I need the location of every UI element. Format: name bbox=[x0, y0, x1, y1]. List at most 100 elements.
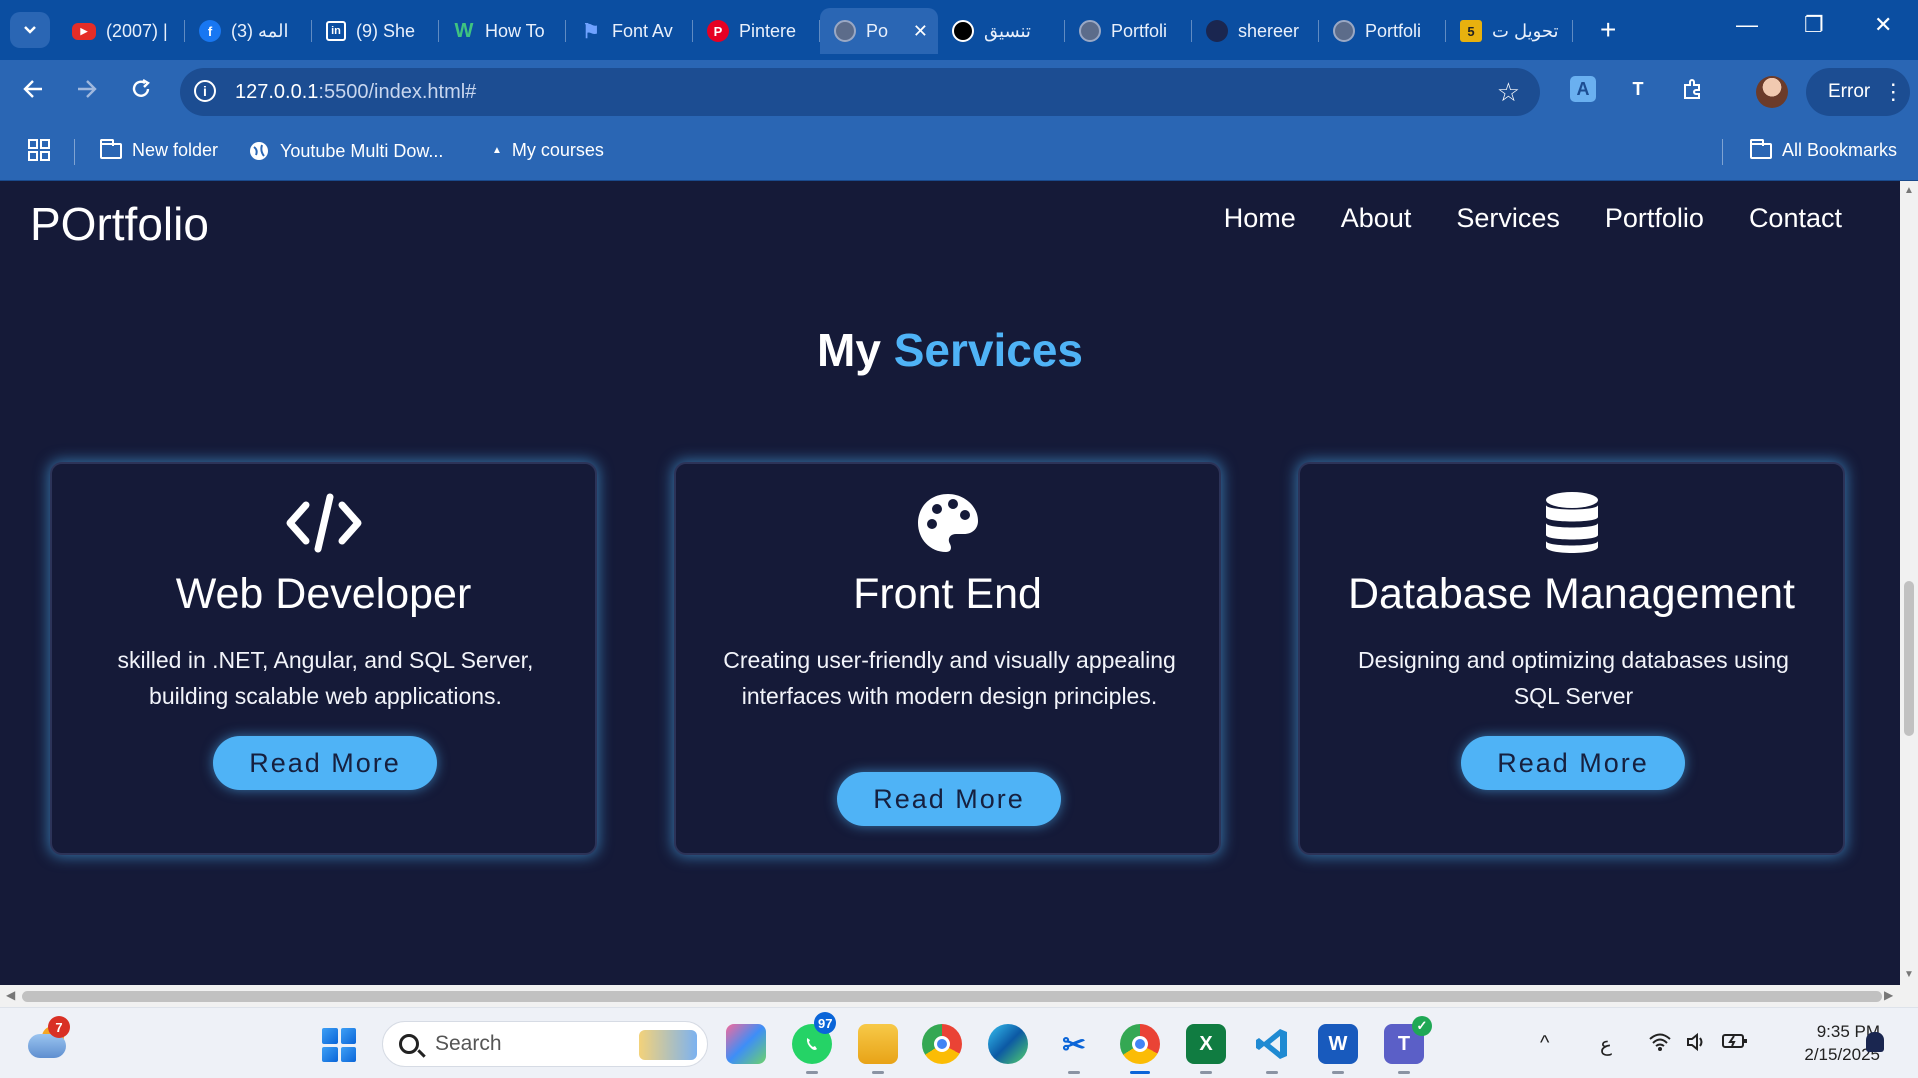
nav-home[interactable]: Home bbox=[1224, 203, 1296, 234]
tab-portfolio-active[interactable]: Po ✕ bbox=[820, 8, 938, 54]
tab-facebook[interactable]: f (3) المه bbox=[185, 8, 312, 54]
close-window-button[interactable]: ✕ bbox=[1874, 12, 1892, 38]
arrow-right-icon bbox=[78, 80, 97, 98]
bookmark-my-courses[interactable]: ▲ My courses bbox=[492, 140, 604, 161]
read-more-button[interactable]: Read More bbox=[1461, 736, 1685, 790]
read-more-button[interactable]: Read More bbox=[213, 736, 437, 790]
vertical-scrollbar[interactable]: ▲ ▼ bbox=[1900, 181, 1918, 985]
notification-badge: 7 bbox=[48, 1016, 70, 1038]
nav-contact[interactable]: Contact bbox=[1749, 203, 1842, 234]
input-language-indicator[interactable]: ع bbox=[1600, 1032, 1612, 1057]
close-tab-icon[interactable]: ✕ bbox=[913, 21, 928, 42]
facebook-icon: f bbox=[199, 20, 221, 42]
reload-icon bbox=[132, 78, 150, 97]
address-bar[interactable]: i 127.0.0.1:5500/index.html# ☆ bbox=[180, 68, 1540, 116]
chrome-profile-icon[interactable] bbox=[1120, 1024, 1160, 1074]
tab-convert[interactable]: 5 تحويل ت bbox=[1446, 8, 1573, 54]
triangle-icon: ▲ bbox=[492, 145, 502, 156]
excel-icon[interactable]: X bbox=[1186, 1024, 1226, 1074]
globe-icon bbox=[1079, 20, 1101, 42]
word-icon[interactable]: W bbox=[1318, 1024, 1358, 1074]
tab-font-awesome[interactable]: ⚑ Font Av bbox=[566, 8, 693, 54]
nav-services[interactable]: Services bbox=[1456, 203, 1560, 234]
github-icon bbox=[1206, 20, 1228, 42]
tab-search-button[interactable] bbox=[10, 12, 50, 48]
nav-portfolio[interactable]: Portfolio bbox=[1605, 203, 1704, 234]
reload-button[interactable] bbox=[130, 78, 152, 107]
system-clock[interactable]: 9:35 PM 2/15/2025 bbox=[1760, 1020, 1880, 1066]
scroll-up-icon[interactable]: ▲ bbox=[1904, 185, 1914, 196]
volume-icon[interactable] bbox=[1686, 1032, 1708, 1058]
battery-icon[interactable] bbox=[1722, 1032, 1748, 1056]
taskbar: 7 Search 97 ✂ X W T ✓ ^ ع 9:35 PM 2/15/2… bbox=[0, 1007, 1918, 1078]
tab-label: تنسيق bbox=[984, 20, 1031, 41]
scrollbar-thumb[interactable] bbox=[22, 991, 1882, 1002]
chrome-icon[interactable] bbox=[922, 1024, 962, 1064]
openai-icon bbox=[952, 20, 974, 42]
extension-translate-icon[interactable]: A bbox=[1570, 76, 1596, 102]
error-button[interactable]: Error ⋮ bbox=[1806, 68, 1910, 116]
minimize-button[interactable]: — bbox=[1736, 12, 1758, 38]
nav-about[interactable]: About bbox=[1341, 203, 1412, 234]
tab-label: shereer bbox=[1238, 20, 1300, 41]
globe-icon bbox=[250, 142, 268, 160]
tab-chatgpt[interactable]: تنسيق bbox=[938, 8, 1065, 54]
database-icon bbox=[1300, 490, 1843, 556]
tab-portfolio-3[interactable]: Portfoli bbox=[1319, 8, 1446, 54]
notification-bell-icon[interactable] bbox=[1866, 1032, 1884, 1052]
section-title-plain: My bbox=[817, 324, 894, 376]
tab-how-to[interactable]: W How To bbox=[439, 8, 566, 54]
tab-label: Font Av bbox=[612, 20, 673, 41]
new-tab-button[interactable]: + bbox=[1600, 14, 1616, 46]
running-indicator bbox=[806, 1071, 818, 1074]
whatsapp-icon[interactable]: 97 bbox=[792, 1012, 837, 1074]
profile-avatar[interactable] bbox=[1756, 76, 1788, 108]
vscode-icon[interactable] bbox=[1252, 1024, 1292, 1074]
tab-pinterest[interactable]: P Pintere bbox=[693, 8, 820, 54]
excel-letter: X bbox=[1199, 1032, 1213, 1055]
scroll-down-icon[interactable]: ▼ bbox=[1904, 969, 1914, 980]
windows-start-icon[interactable] bbox=[322, 1028, 356, 1062]
code-icon bbox=[52, 490, 595, 556]
tab-github[interactable]: shereer bbox=[1192, 8, 1319, 54]
extensions-puzzle-icon[interactable] bbox=[1680, 76, 1706, 102]
bookmark-youtube-downloader[interactable]: Youtube Multi Dow... bbox=[248, 140, 443, 162]
bookmark-new-folder[interactable]: New folder bbox=[100, 138, 218, 161]
back-button[interactable] bbox=[22, 78, 44, 107]
snipping-tool-icon[interactable]: ✂ bbox=[1054, 1024, 1094, 1074]
read-more-button[interactable]: Read More bbox=[837, 772, 1061, 826]
horizontal-scrollbar[interactable]: ◀ ▶ bbox=[0, 985, 1918, 1007]
bookmarks-bar: New folder Youtube Multi Dow... ▲ My cou… bbox=[0, 125, 1918, 181]
apps-grid-icon[interactable] bbox=[28, 139, 50, 161]
folder-icon bbox=[1750, 138, 1772, 159]
card-description: skilled in .NET, Angular, and SQL Server… bbox=[117, 647, 534, 709]
bookmark-star-icon[interactable]: ☆ bbox=[1497, 77, 1520, 108]
extension-text-icon[interactable]: T bbox=[1625, 76, 1651, 102]
taskbar-search[interactable]: Search bbox=[382, 1021, 708, 1067]
tab-label: Pintere bbox=[739, 20, 797, 41]
all-bookmarks[interactable]: All Bookmarks bbox=[1750, 138, 1897, 161]
site-logo[interactable]: POrtfolio bbox=[30, 197, 209, 251]
scroll-right-icon[interactable]: ▶ bbox=[1884, 988, 1893, 1002]
weather-widget-icon[interactable]: 7 bbox=[28, 1016, 70, 1058]
site-header: POrtfolio Home About Services Portfolio … bbox=[0, 181, 1900, 266]
show-hidden-icons-chevron-icon[interactable]: ^ bbox=[1540, 1032, 1549, 1055]
tab-linkedin[interactable]: in (9) She bbox=[312, 8, 439, 54]
service-card-database-management: Database Management Designing and optimi… bbox=[1298, 462, 1845, 855]
tab-portfolio-2[interactable]: Portfoli bbox=[1065, 8, 1192, 54]
tab-label: (9) She bbox=[356, 20, 416, 41]
edge-icon[interactable] bbox=[988, 1024, 1028, 1064]
scroll-left-icon[interactable]: ◀ bbox=[6, 988, 15, 1002]
copilot-icon[interactable] bbox=[726, 1024, 766, 1064]
clock-date: 2/15/2025 bbox=[1804, 1045, 1880, 1064]
wifi-icon[interactable] bbox=[1648, 1032, 1672, 1058]
page-viewport: POrtfolio Home About Services Portfolio … bbox=[0, 181, 1918, 985]
card-description: Designing and optimizing databases using… bbox=[1358, 647, 1789, 709]
teams-icon[interactable]: T ✓ bbox=[1384, 1016, 1432, 1074]
site-info-icon[interactable]: i bbox=[194, 80, 216, 102]
file-explorer-icon[interactable] bbox=[858, 1024, 898, 1074]
maximize-button[interactable]: ❐ bbox=[1804, 12, 1824, 38]
forward-button[interactable] bbox=[76, 78, 98, 107]
scrollbar-thumb[interactable] bbox=[1904, 581, 1914, 736]
tab-youtube[interactable]: ▶ (2007) | bbox=[58, 8, 185, 54]
